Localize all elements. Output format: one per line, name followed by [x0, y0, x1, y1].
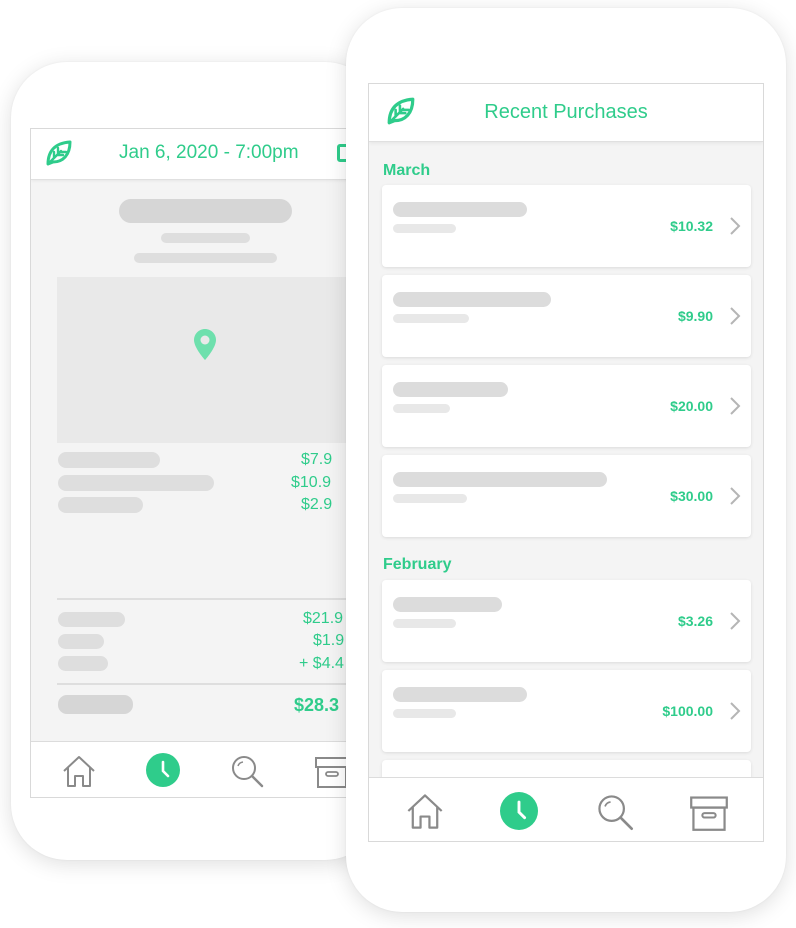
section-label-march: March	[383, 162, 431, 179]
purchase-subtitle-placeholder	[393, 224, 456, 233]
purchase-amount: $9.90	[677, 308, 713, 324]
archive-box-icon[interactable]	[689, 792, 729, 832]
section-label-february: February	[383, 556, 452, 573]
chevron-right-icon	[730, 307, 741, 325]
chevron-right-icon	[730, 217, 741, 235]
item-price: $7.9	[301, 451, 333, 468]
purchase-title-placeholder	[393, 687, 527, 702]
purchase-amount: $20.00	[670, 398, 713, 414]
purchase-amount: $100.00	[662, 703, 713, 719]
purchase-subtitle-placeholder	[393, 404, 450, 413]
purchase-detail-screen: Jan 6, 2020 - 7:00pm $7.9 $10.9 $2.9 $21…	[30, 128, 375, 798]
tip-label-placeholder	[58, 656, 108, 671]
purchase-amount: $3.26	[677, 613, 713, 629]
purchase-title-placeholder	[393, 382, 508, 397]
item-name-placeholder	[58, 452, 160, 468]
item-name-placeholder	[58, 497, 143, 513]
chevron-right-icon	[730, 397, 741, 415]
chevron-right-icon	[730, 612, 741, 630]
item-price: $2.9	[301, 496, 333, 513]
item-price: $10.9	[291, 474, 332, 491]
recent-purchases-screen: Recent Purchases March $10.32 $9.90 $20.…	[368, 83, 764, 842]
purchase-card[interactable]: $10.32	[382, 185, 751, 267]
map-pin-icon	[194, 329, 216, 360]
detail-app-bar: Jan 6, 2020 - 7:00pm	[31, 129, 374, 180]
total-divider	[57, 683, 374, 685]
purchase-subtitle-placeholder	[393, 619, 456, 628]
purchase-card[interactable]: $9.90	[382, 275, 751, 357]
address-line-placeholder	[134, 253, 277, 263]
purchase-title-placeholder	[393, 597, 502, 612]
purchase-amount: $10.32	[670, 218, 713, 234]
location-map[interactable]	[57, 277, 374, 443]
chevron-right-icon	[730, 702, 741, 720]
purchase-title-placeholder	[393, 472, 607, 487]
main-tab-bar	[369, 777, 763, 841]
total-price: $28.3	[294, 695, 340, 715]
tax-label-placeholder	[58, 634, 104, 649]
detail-title: Jan 6, 2020 - 7:00pm	[119, 142, 299, 163]
archive-box-icon[interactable]	[314, 753, 350, 789]
clock-tab-active[interactable]	[146, 753, 180, 787]
clock-icon	[161, 760, 170, 778]
page-title: Recent Purchases	[484, 101, 648, 123]
summary-divider	[57, 598, 374, 600]
subtotal-price: $21.9	[303, 610, 344, 627]
purchase-card[interactable]: $100.00	[382, 670, 751, 752]
purchase-subtitle-placeholder	[393, 494, 467, 503]
purchase-amount: $30.00	[670, 488, 713, 504]
purchase-card[interactable]: $3.26	[382, 580, 751, 662]
home-icon[interactable]	[61, 754, 97, 788]
clock-icon	[517, 800, 527, 820]
search-icon[interactable]	[229, 753, 265, 789]
purchase-subtitle-placeholder	[393, 314, 469, 323]
item-name-placeholder	[58, 475, 214, 491]
purchase-title-placeholder	[393, 292, 551, 307]
purchase-subtitle-placeholder	[393, 709, 456, 718]
purchases-app-bar: Recent Purchases	[369, 84, 763, 142]
purchase-card[interactable]: $30.00	[382, 455, 751, 537]
clock-tab-active[interactable]	[500, 792, 538, 830]
purchase-card[interactable]: $20.00	[382, 365, 751, 447]
subtotal-label-placeholder	[58, 612, 125, 627]
back-tab-bar	[31, 741, 374, 797]
merchant-line-placeholder	[161, 233, 250, 243]
home-icon[interactable]	[405, 792, 445, 830]
chevron-right-icon	[730, 487, 741, 505]
tax-price: $1.9	[313, 632, 345, 649]
search-icon[interactable]	[595, 792, 635, 832]
leaf-logo-icon[interactable]	[45, 139, 73, 167]
purchase-title-placeholder	[393, 202, 527, 217]
tip-price: + $4.4	[299, 655, 344, 672]
total-label-placeholder	[58, 695, 133, 714]
merchant-name-placeholder	[119, 199, 292, 223]
